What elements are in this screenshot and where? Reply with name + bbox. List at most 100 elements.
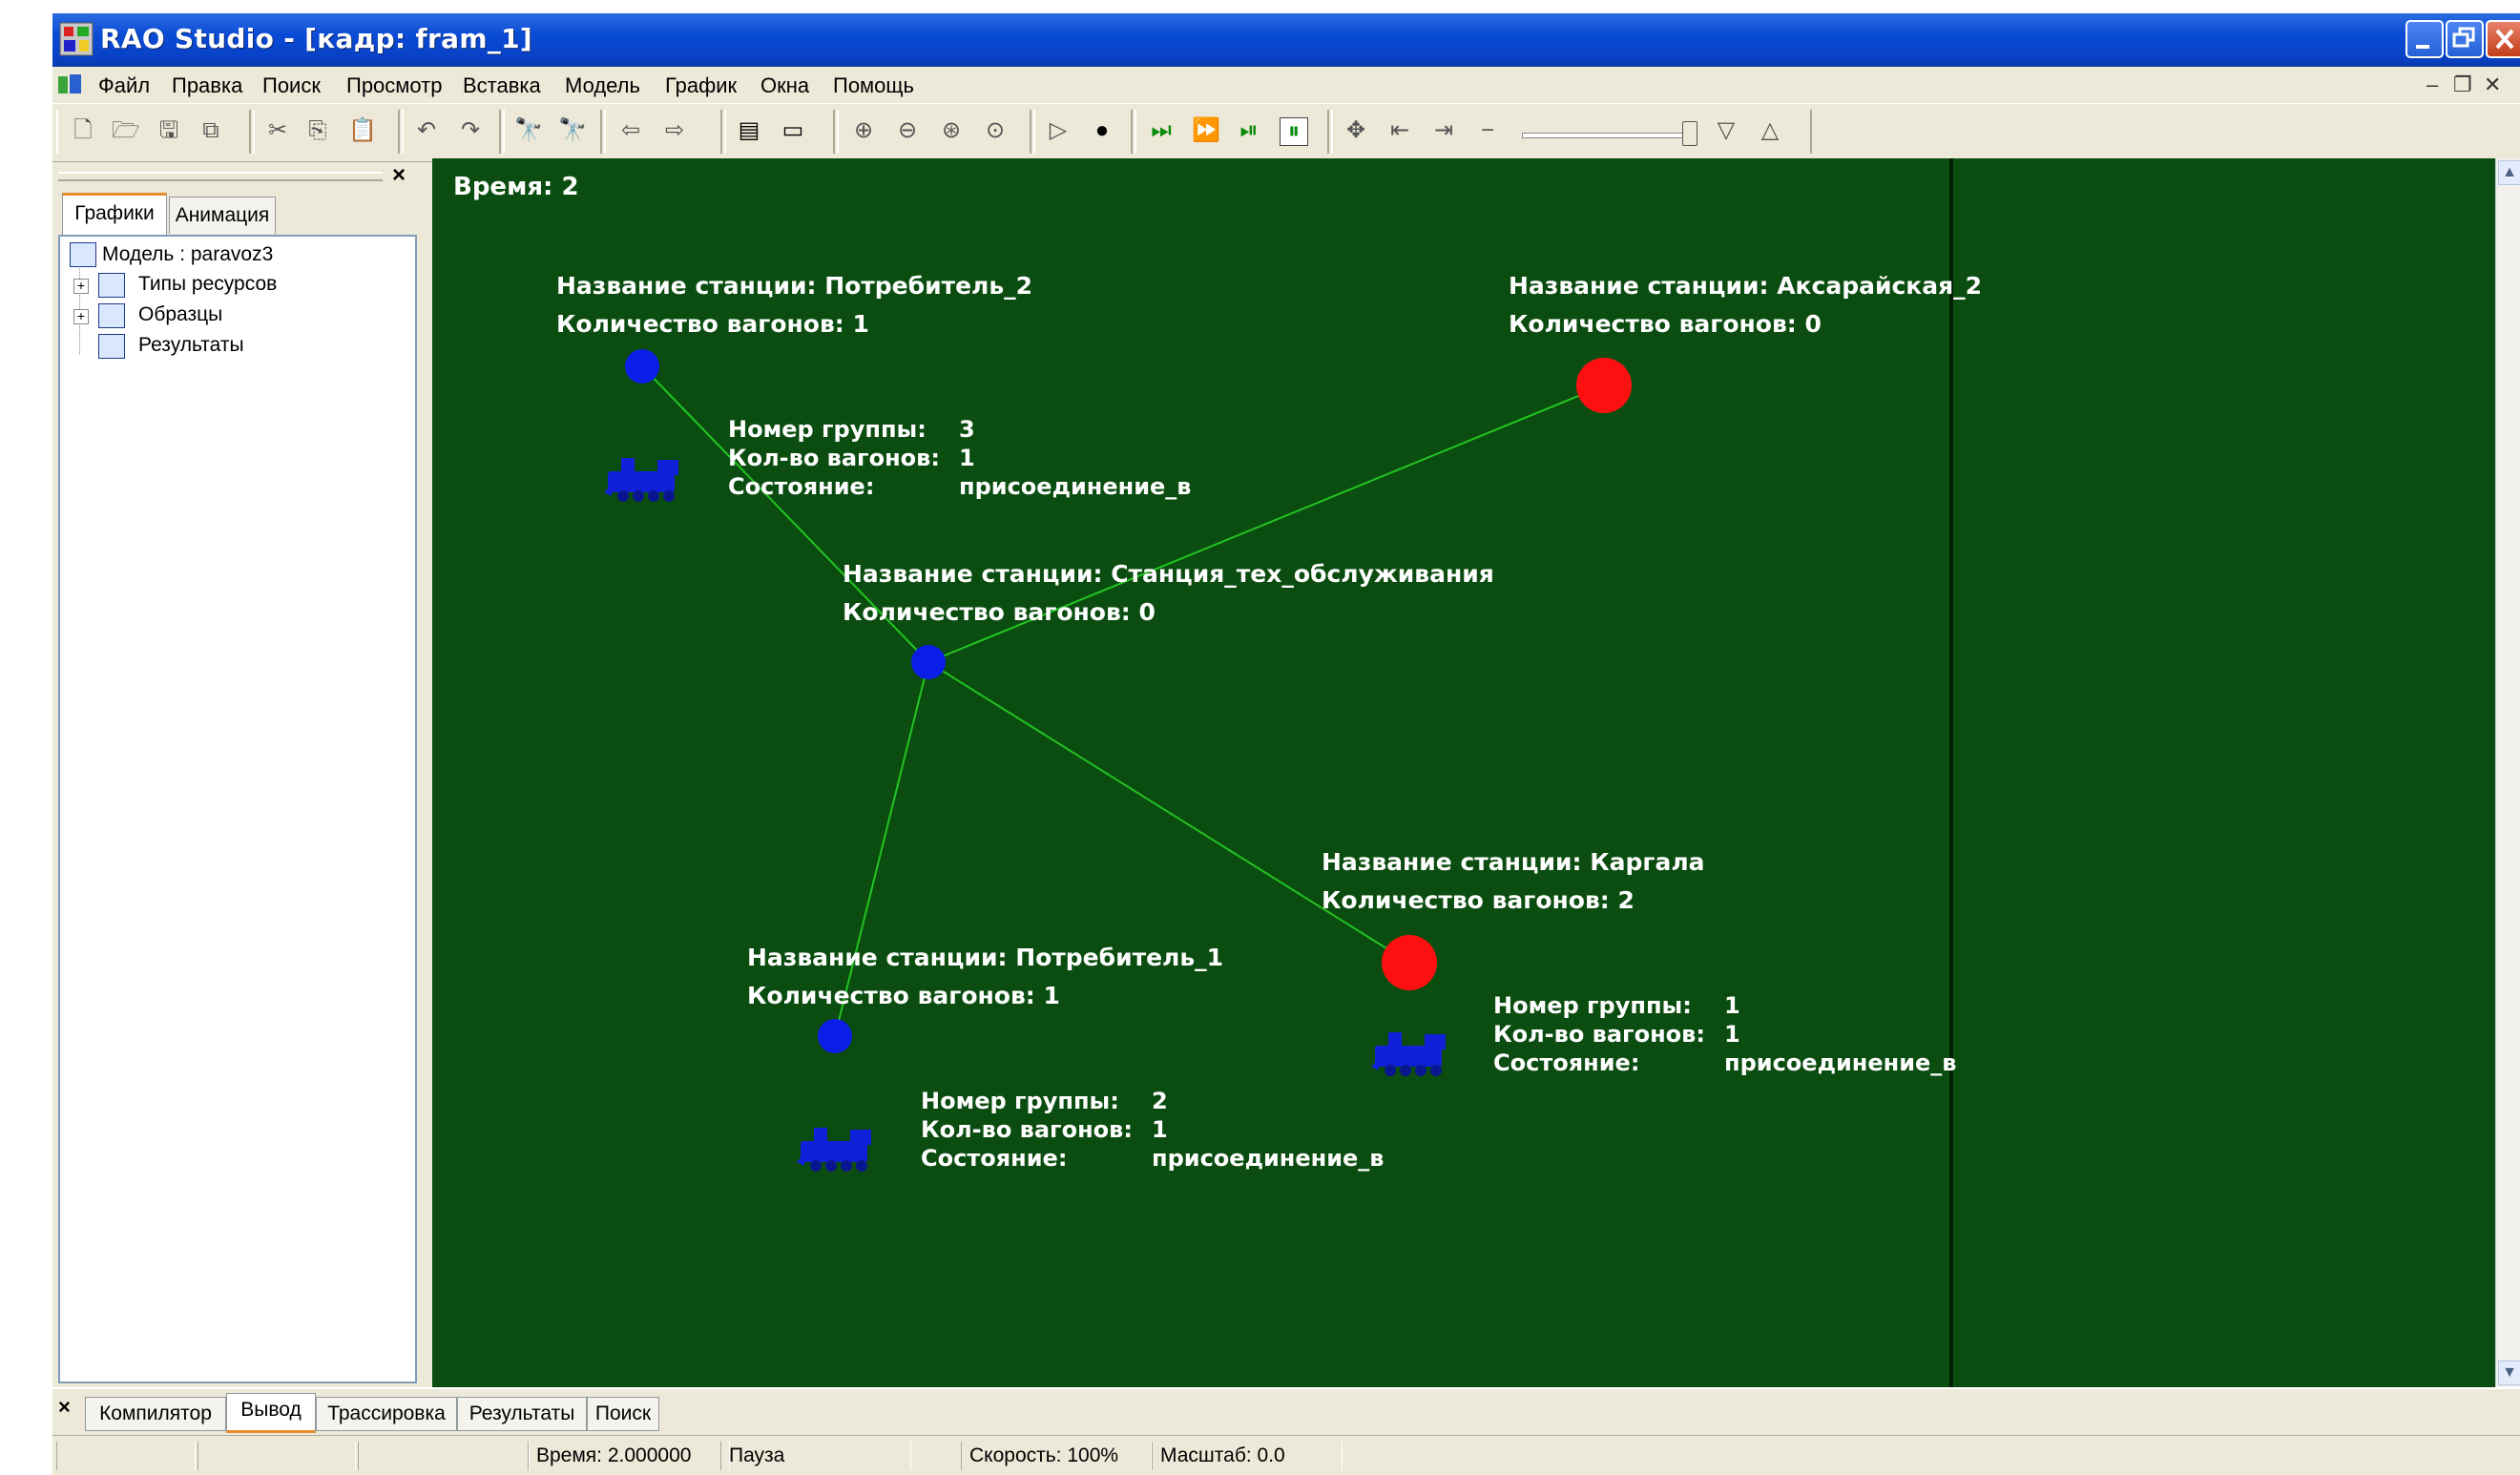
frame-next-icon[interactable]: ⇥ (1430, 117, 1457, 144)
workspace-toggle-icon[interactable]: ▤ (736, 117, 762, 144)
status-bar: Время: 2.000000 Пауза Скорость: 100% Мас… (52, 1435, 2520, 1475)
menu-insert[interactable]: Вставка (463, 73, 541, 98)
triangle-down-icon[interactable]: ▽ (1713, 117, 1739, 144)
speed-down-icon[interactable]: − (1474, 117, 1501, 144)
zoom-auto-icon[interactable]: ⊙ (982, 117, 1009, 144)
mdi-minimize-button[interactable]: – (2426, 73, 2438, 97)
pause-icon[interactable]: ⏸ (1280, 117, 1308, 146)
station-node (1382, 935, 1437, 990)
tree-item-results[interactable]: Результаты (138, 334, 244, 357)
nav-back-icon[interactable]: ⇦ (617, 117, 644, 144)
group-number-label: Номер группы: (728, 416, 927, 443)
model-icon (70, 242, 96, 267)
group-wagons-label: Кол-во вагонов: (921, 1116, 1133, 1143)
save-icon[interactable]: 🖫 (156, 117, 182, 144)
station-wagons-label: Количество вагонов: 1 (556, 310, 869, 338)
group-number-label: Номер группы: (921, 1088, 1119, 1114)
menu-file[interactable]: Файл (98, 73, 150, 98)
expand-samples[interactable]: + (73, 309, 89, 324)
close-button[interactable] (2486, 20, 2520, 58)
cut-icon[interactable]: ✂ (264, 117, 291, 144)
paste-icon[interactable]: 📋 (348, 117, 377, 144)
restore-icon (2452, 27, 2475, 48)
save-all-icon[interactable]: ⧉ (198, 117, 224, 144)
mdi-close-button[interactable]: ✕ (2484, 73, 2501, 97)
tree-item-resource-types[interactable]: Типы ресурсов (138, 273, 277, 296)
speed-jump-icon[interactable]: ⏩ (1192, 117, 1220, 144)
title-bar[interactable]: RAO Studio - [кадр: fram_1] (52, 13, 2520, 67)
output-close-button[interactable]: × (58, 1395, 71, 1420)
open-folder-icon[interactable]: 🗁 (112, 117, 140, 144)
expand-resource-types[interactable]: + (73, 279, 89, 294)
menu-search[interactable]: Поиск (262, 73, 321, 98)
group-wagons-value: 1 (1724, 1021, 1740, 1048)
frame-prev-icon[interactable]: ⇤ (1386, 117, 1413, 144)
station-name-label: Название станции: Потребитель_1 (747, 944, 1223, 971)
zoom-reset-icon[interactable]: ⊛ (938, 117, 965, 144)
station-wagons-label: Количество вагонов: 0 (843, 598, 1156, 626)
status-scale: Масштаб: 0.0 (1152, 1442, 1343, 1470)
vertical-scrollbar[interactable]: ▲ ▼ (2495, 158, 2520, 1387)
mdi-restore-button[interactable]: ❐ (2453, 73, 2472, 97)
speed-slider-track[interactable] (1522, 133, 1696, 138)
run-icon[interactable]: ▷ (1045, 117, 1072, 144)
tab-animation[interactable]: Анимация (169, 197, 276, 234)
group-number-value: 3 (959, 416, 975, 443)
stop-icon[interactable]: ● (1089, 117, 1115, 144)
group-state-value: присоединение_в (959, 473, 1192, 500)
minimize-button[interactable] (2405, 20, 2444, 58)
zoom-out-icon[interactable]: ⊖ (894, 117, 921, 144)
tab-results[interactable]: Результаты (457, 1397, 587, 1431)
status-cell-empty (358, 1442, 530, 1470)
panel-grip[interactable] (58, 172, 383, 181)
frame-move-icon[interactable]: ✥ (1343, 117, 1369, 144)
group-wagons-value: 1 (959, 445, 975, 471)
menu-model[interactable]: Модель (565, 73, 640, 98)
speed-slider-thumb[interactable] (1682, 121, 1697, 146)
tab-trace[interactable]: Трассировка (316, 1397, 457, 1431)
tab-find[interactable]: Поиск (587, 1397, 659, 1431)
app-window: RAO Studio - [кадр: fram_1] Файл Правка … (52, 13, 2520, 1475)
menu-edit[interactable]: Правка (172, 73, 242, 98)
tree-root-model[interactable]: Модель : paravoz3 (102, 243, 273, 266)
output-toggle-icon[interactable]: ▭ (780, 117, 806, 144)
status-time: Время: 2.000000 (528, 1442, 730, 1470)
station-node (818, 1019, 852, 1053)
animation-frame-view[interactable]: Время: 2 Название станции: Потребитель_2… (432, 158, 2495, 1387)
nav-forward-icon[interactable]: ⇨ (661, 117, 688, 144)
group-wagons-label: Кол-во вагонов: (728, 445, 940, 471)
rao-app-icon (59, 22, 94, 56)
tree-item-samples[interactable]: Образцы (138, 303, 222, 326)
zoom-in-icon[interactable]: ⊕ (850, 117, 877, 144)
group-state-value: присоединение_в (1152, 1145, 1385, 1172)
find-icon[interactable]: 🔭 (514, 117, 543, 144)
replace-icon[interactable]: 🔭 (558, 117, 587, 144)
maximize-button[interactable] (2446, 20, 2484, 58)
redo-icon[interactable]: ↷ (457, 117, 484, 144)
scroll-up-button[interactable]: ▲ (2498, 160, 2520, 185)
menu-chart[interactable]: График (665, 73, 737, 98)
window-title: RAO Studio - [кадр: fram_1] (100, 23, 532, 54)
undo-icon[interactable]: ↶ (413, 117, 440, 144)
menu-help[interactable]: Помощь (833, 73, 914, 98)
copy-icon[interactable]: ⎘ (304, 117, 331, 144)
minimize-icon (2416, 45, 2429, 49)
menu-bar: Файл Правка Поиск Просмотр Вставка Модел… (52, 67, 2520, 103)
speed-nodelay-icon[interactable]: ⏭ (1148, 117, 1175, 144)
scroll-down-button[interactable]: ▼ (2498, 1361, 2520, 1385)
speed-sync-icon[interactable]: ⏯ (1236, 117, 1262, 144)
station-name-label: Название станции: Аксарайская_2 (1509, 272, 1982, 300)
new-file-icon[interactable]: 🗋 (70, 117, 96, 144)
tab-output[interactable]: Вывод (226, 1393, 316, 1433)
panel-close-button[interactable]: × (392, 162, 406, 189)
close-icon (2495, 29, 2514, 50)
station-name-label: Название станции: Станция_тех_обслуживан… (843, 560, 1494, 588)
tab-charts[interactable]: Графики (62, 193, 167, 238)
triangle-up-icon[interactable]: △ (1757, 117, 1783, 144)
output-tabs: × Компилятор Вывод Трассировка Результат… (52, 1387, 2520, 1435)
menu-windows[interactable]: Окна (760, 73, 809, 98)
menu-view[interactable]: Просмотр (346, 73, 442, 98)
station-wagons-label: Количество вагонов: 0 (1509, 310, 1822, 338)
status-state: Пауза (720, 1442, 911, 1470)
tab-compiler[interactable]: Компилятор (85, 1397, 226, 1431)
